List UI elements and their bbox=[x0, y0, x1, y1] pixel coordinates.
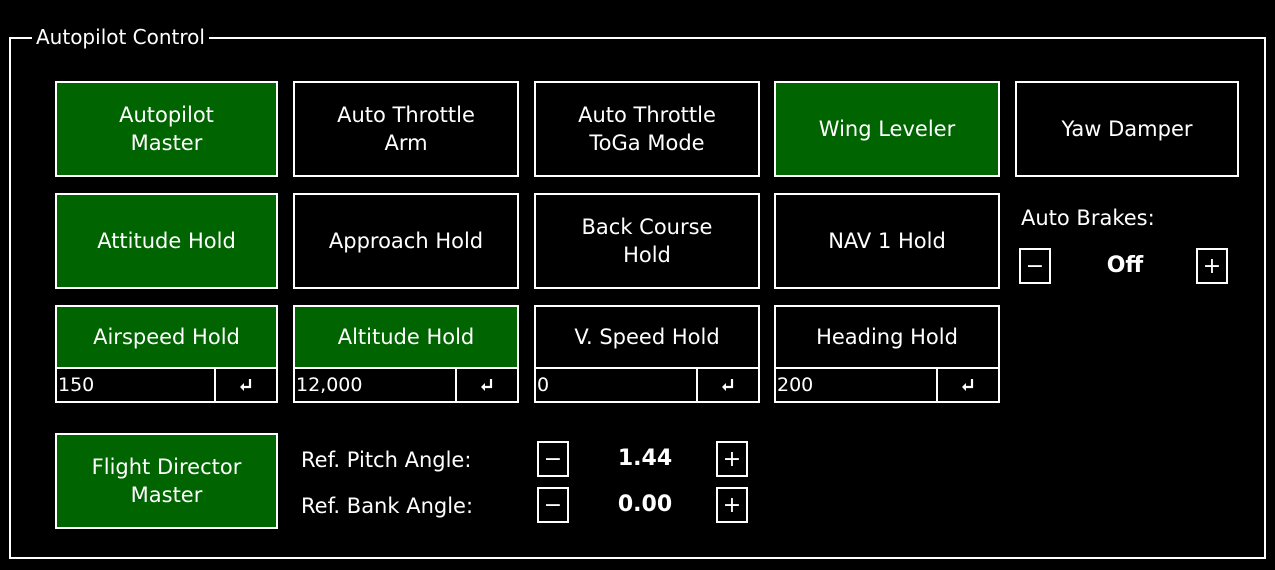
ref-bank-value: 0.00 bbox=[617, 492, 673, 517]
attitude-hold-button[interactable]: Attitude Hold bbox=[55, 193, 278, 289]
airspeed-enter-button[interactable] bbox=[214, 367, 278, 403]
heading-hold-button[interactable]: Heading Hold bbox=[774, 305, 1000, 369]
auto-brakes-label: Auto Brakes: bbox=[1021, 206, 1155, 230]
panel-title: Autopilot Control bbox=[32, 24, 209, 50]
auto-throttle-arm-button[interactable]: Auto Throttle Arm bbox=[293, 81, 519, 177]
approach-hold-button[interactable]: Approach Hold bbox=[293, 193, 519, 289]
auto-throttle-toga-button[interactable]: Auto Throttle ToGa Mode bbox=[534, 81, 760, 177]
ref-bank-decrease-button[interactable]: − bbox=[537, 487, 569, 523]
altitude-enter-button[interactable] bbox=[455, 367, 519, 403]
enter-return-icon bbox=[481, 379, 493, 391]
airspeed-hold-button[interactable]: Airspeed Hold bbox=[55, 305, 278, 369]
ref-pitch-decrease-button[interactable]: − bbox=[537, 441, 569, 477]
wing-leveler-button[interactable]: Wing Leveler bbox=[774, 81, 1000, 177]
enter-return-icon bbox=[722, 379, 734, 391]
nav1-hold-button[interactable]: NAV 1 Hold bbox=[774, 193, 1000, 289]
ref-bank-angle-label: Ref. Bank Angle: bbox=[301, 494, 474, 518]
airspeed-input[interactable]: 150 bbox=[55, 367, 216, 403]
yaw-damper-button[interactable]: Yaw Damper bbox=[1015, 81, 1239, 177]
altitude-hold-button[interactable]: Altitude Hold bbox=[293, 305, 519, 369]
enter-return-icon bbox=[962, 379, 974, 391]
ref-pitch-value: 1.44 bbox=[617, 446, 673, 471]
flight-director-master-button[interactable]: Flight Director Master bbox=[55, 433, 278, 529]
ref-bank-increase-button[interactable]: + bbox=[716, 487, 748, 523]
enter-return-icon bbox=[240, 379, 252, 391]
vspeed-hold-button[interactable]: V. Speed Hold bbox=[534, 305, 760, 369]
auto-brakes-decrease-button[interactable]: − bbox=[1019, 248, 1051, 284]
auto-brakes-increase-button[interactable]: + bbox=[1196, 248, 1228, 284]
back-course-hold-button[interactable]: Back Course Hold bbox=[534, 193, 760, 289]
vspeed-enter-button[interactable] bbox=[696, 367, 760, 403]
autopilot-master-button[interactable]: Autopilot Master bbox=[55, 81, 278, 177]
heading-enter-button[interactable] bbox=[936, 367, 1000, 403]
ref-pitch-angle-label: Ref. Pitch Angle: bbox=[301, 448, 472, 472]
heading-input[interactable]: 200 bbox=[774, 367, 938, 403]
altitude-input[interactable]: 12,000 bbox=[293, 367, 457, 403]
vspeed-input[interactable]: 0 bbox=[534, 367, 698, 403]
ref-pitch-increase-button[interactable]: + bbox=[716, 441, 748, 477]
auto-brakes-value: Off bbox=[1106, 253, 1144, 278]
